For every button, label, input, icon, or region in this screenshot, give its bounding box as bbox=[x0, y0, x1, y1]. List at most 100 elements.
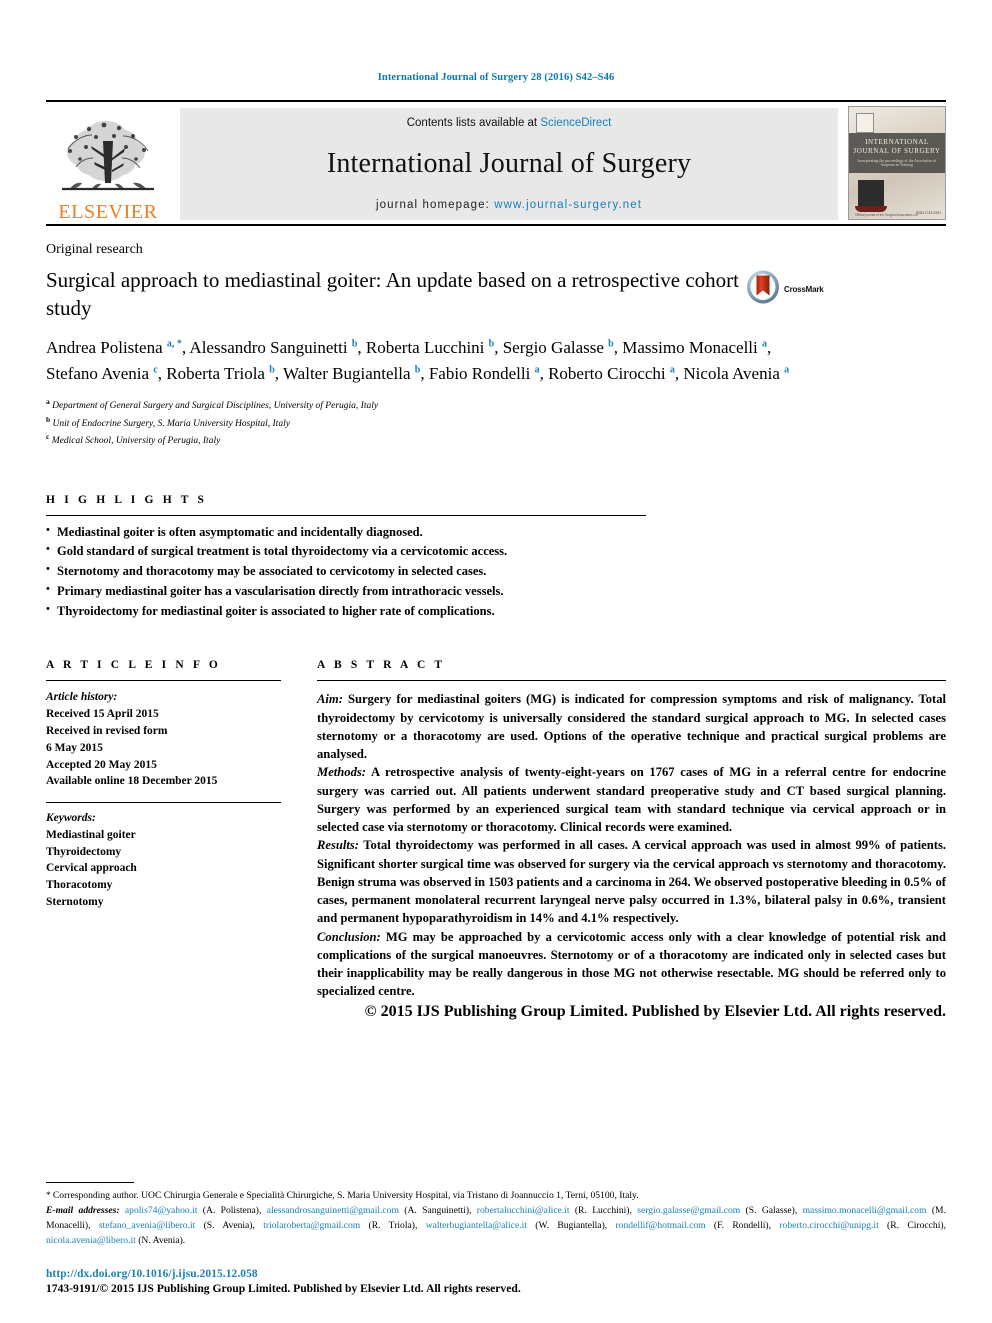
email-owner: (A. Polistena), bbox=[197, 1205, 267, 1217]
email-owner: (N. Avenia). bbox=[135, 1235, 186, 1247]
keywords-block: Keywords: Mediastinal goiter Thyroidectom… bbox=[46, 810, 281, 911]
highlight-item: Primary mediastinal goiter has a vascula… bbox=[46, 581, 946, 602]
email-link[interactable]: nicola.avenia@libero.it bbox=[46, 1235, 136, 1246]
asterisk-icon: * bbox=[46, 1190, 51, 1201]
abstract-paragraph: Conclusion: MG may be approached by a ce… bbox=[317, 928, 946, 1001]
author-separator: , bbox=[357, 338, 366, 358]
elsevier-logo: ELSEVIER bbox=[46, 102, 170, 224]
abstract-column: A B S T R A C T Aim: Surgery for mediast… bbox=[317, 659, 946, 1020]
email-owner: (S. Galasse), bbox=[740, 1205, 803, 1217]
abstract-rule bbox=[317, 680, 946, 682]
abstract-copyright: © 2015 IJS Publishing Group Limited. Pub… bbox=[364, 1002, 946, 1020]
author-name: Nicola Avenia bbox=[683, 364, 785, 384]
article-first-page: International Journal of Surgery 28 (201… bbox=[0, 0, 992, 1323]
email-owner: (R. Cirocchi), bbox=[878, 1220, 946, 1232]
abstract-paragraph: Methods: A retrospective analysis of twe… bbox=[317, 763, 946, 836]
running-head: International Journal of Surgery 28 (201… bbox=[377, 72, 615, 83]
article-history-items: Received 15 April 2015 Received in revise… bbox=[46, 706, 281, 790]
keyword-item: Thyroidectomy bbox=[46, 845, 122, 858]
highlight-item: Sternotomy and thoracotomy may be associ… bbox=[46, 561, 946, 582]
journal-cover-thumbnail: INTERNATIONAL JOURNAL OF SURGERY Incorpo… bbox=[848, 106, 946, 220]
abstract-body: Aim: Surgery for mediastinal goiters (MG… bbox=[317, 690, 946, 1000]
keywords-rule bbox=[46, 802, 281, 804]
email-link[interactable]: stefano_avenia@libero.it bbox=[99, 1220, 195, 1231]
corresponding-author-note: * Corresponding author. UOC Chirurgia Ge… bbox=[46, 1189, 946, 1203]
author-affiliation-marker: a bbox=[784, 364, 790, 376]
footnote-rule bbox=[46, 1182, 134, 1184]
info-and-abstract: A R T I C L E I N F O Article history: R… bbox=[46, 659, 946, 1020]
crossmark-icon bbox=[746, 270, 780, 309]
cover-subtitle: Incorporating the proceedings of the Ass… bbox=[857, 158, 937, 167]
crossmark-badge[interactable]: CrossMark bbox=[746, 270, 824, 309]
email-link[interactable]: apolis74@yahoo.it bbox=[125, 1205, 198, 1216]
journal-band: Contents lists available at ScienceDirec… bbox=[180, 108, 838, 220]
email-link[interactable]: robertalucchini@alice.it bbox=[477, 1205, 570, 1216]
cover-title: INTERNATIONAL JOURNAL OF SURGERY Incorpo… bbox=[849, 133, 945, 174]
journal-homepage-link[interactable]: www.journal-surgery.net bbox=[494, 199, 642, 211]
cover-title-line2: JOURNAL OF SURGERY bbox=[853, 146, 941, 155]
email-addresses-label: E-mail addresses: bbox=[46, 1205, 120, 1217]
author-name: Massimo Monacelli bbox=[622, 338, 762, 358]
author-separator: , bbox=[274, 364, 283, 384]
author-name: Stefano Avenia bbox=[46, 364, 154, 384]
keywords-label: Keywords: bbox=[46, 812, 96, 825]
email-link[interactable]: roberto.cirocchi@unipg.it bbox=[779, 1220, 878, 1231]
article-history-block: Article history: Received 15 April 2015 R… bbox=[46, 689, 281, 790]
article-info-heading: A R T I C L E I N F O bbox=[46, 659, 221, 672]
footnotes: * Corresponding author. UOC Chirurgia Ge… bbox=[46, 1182, 946, 1249]
cover-title-line1: INTERNATIONAL bbox=[865, 138, 929, 146]
article-info-rule bbox=[46, 680, 281, 682]
keyword-item: Cervical approach bbox=[46, 862, 137, 875]
email-addresses-note: E-mail addresses: apolis74@yahoo.it (A. … bbox=[46, 1204, 946, 1249]
author-separator: , bbox=[613, 338, 623, 358]
cover-foot-left: Official journal of the Surgical Associa… bbox=[855, 213, 918, 217]
author-affiliation-marker: a, * bbox=[166, 338, 182, 350]
cover-crest-icon bbox=[855, 180, 887, 212]
abstract-section-label: Methods: bbox=[317, 765, 366, 780]
abstract-section-label: Results: bbox=[317, 838, 359, 853]
email-link[interactable]: rondellif@hotmail.com bbox=[615, 1220, 705, 1231]
article-info-column: A R T I C L E I N F O Article history: R… bbox=[46, 659, 281, 1020]
cover-badge-icon bbox=[856, 113, 874, 133]
abstract-section-label: Conclusion: bbox=[317, 929, 381, 944]
abstract-section-text: A retrospective analysis of twenty-eight… bbox=[317, 765, 946, 835]
author-separator: , bbox=[767, 338, 772, 358]
author-name: Alessandro Sanguinetti bbox=[189, 338, 352, 358]
author-name: Sergio Galasse bbox=[502, 338, 609, 358]
doi-link[interactable]: http://dx.doi.org/10.1016/j.ijsu.2015.12… bbox=[46, 1268, 521, 1280]
highlight-item: Thyroidectomy for mediastinal goiter is … bbox=[46, 601, 946, 622]
highlight-item: Gold standard of surgical treatment is t… bbox=[46, 541, 946, 562]
highlight-item: Mediastinal goiter is often asymptomatic… bbox=[46, 522, 946, 543]
affiliation-item: c Medical School, University of Perugia,… bbox=[46, 431, 946, 449]
journal-masthead: ELSEVIER Contents lists available at Sci… bbox=[46, 100, 946, 224]
affiliation-list: a Department of General Surgery and Surg… bbox=[46, 396, 946, 449]
email-link[interactable]: triolaroberta@gmail.com bbox=[263, 1220, 360, 1231]
article-history-item: Received in revised form bbox=[46, 725, 168, 737]
author-list: Andrea Polistena a, *, Alessandro Sangui… bbox=[46, 335, 816, 387]
author-name: Fabio Rondelli bbox=[428, 364, 535, 384]
abstract-paragraph: Aim: Surgery for mediastinal goiters (MG… bbox=[317, 690, 946, 763]
abstract-section-text: Total thyroidectomy was performed in all… bbox=[317, 838, 946, 926]
elsevier-wordmark: ELSEVIER bbox=[58, 201, 158, 223]
affiliation-text: Medical School, University of Perugia, I… bbox=[49, 436, 221, 447]
title-row: Surgical approach to mediastinal goiter:… bbox=[46, 266, 946, 322]
author-name: Roberta Triola bbox=[166, 364, 270, 384]
homepage-prefix: journal homepage: bbox=[375, 199, 495, 211]
email-link[interactable]: massimo.monacelli@gmail.com bbox=[803, 1205, 927, 1216]
author-separator: , bbox=[539, 364, 549, 384]
abstract-section-text: Surgery for mediastinal goiters (MG) is … bbox=[317, 692, 946, 762]
author-separator: , bbox=[157, 364, 167, 384]
keyword-item: Sternotomy bbox=[46, 896, 104, 909]
highlights-section: H I G H L I G H T S Mediastinal goiter i… bbox=[46, 494, 946, 622]
email-owner: (F. Rondelli), bbox=[705, 1220, 780, 1232]
email-link[interactable]: walterbugiantella@alice.it bbox=[426, 1220, 527, 1231]
sciencedirect-link[interactable]: ScienceDirect bbox=[540, 117, 611, 129]
email-link[interactable]: sergio.galasse@gmail.com bbox=[637, 1205, 740, 1216]
journal-title: International Journal of Surgery bbox=[326, 148, 692, 179]
email-link[interactable]: alessandrosanguinetti@gmail.com bbox=[267, 1205, 399, 1216]
article-type: Original research bbox=[46, 242, 143, 257]
page-title: Surgical approach to mediastinal goiter:… bbox=[46, 268, 739, 321]
elsevier-tree-icon bbox=[56, 115, 160, 201]
abstract-section-label: Aim: bbox=[317, 692, 343, 707]
author-name: Roberta Lucchini bbox=[365, 338, 489, 358]
